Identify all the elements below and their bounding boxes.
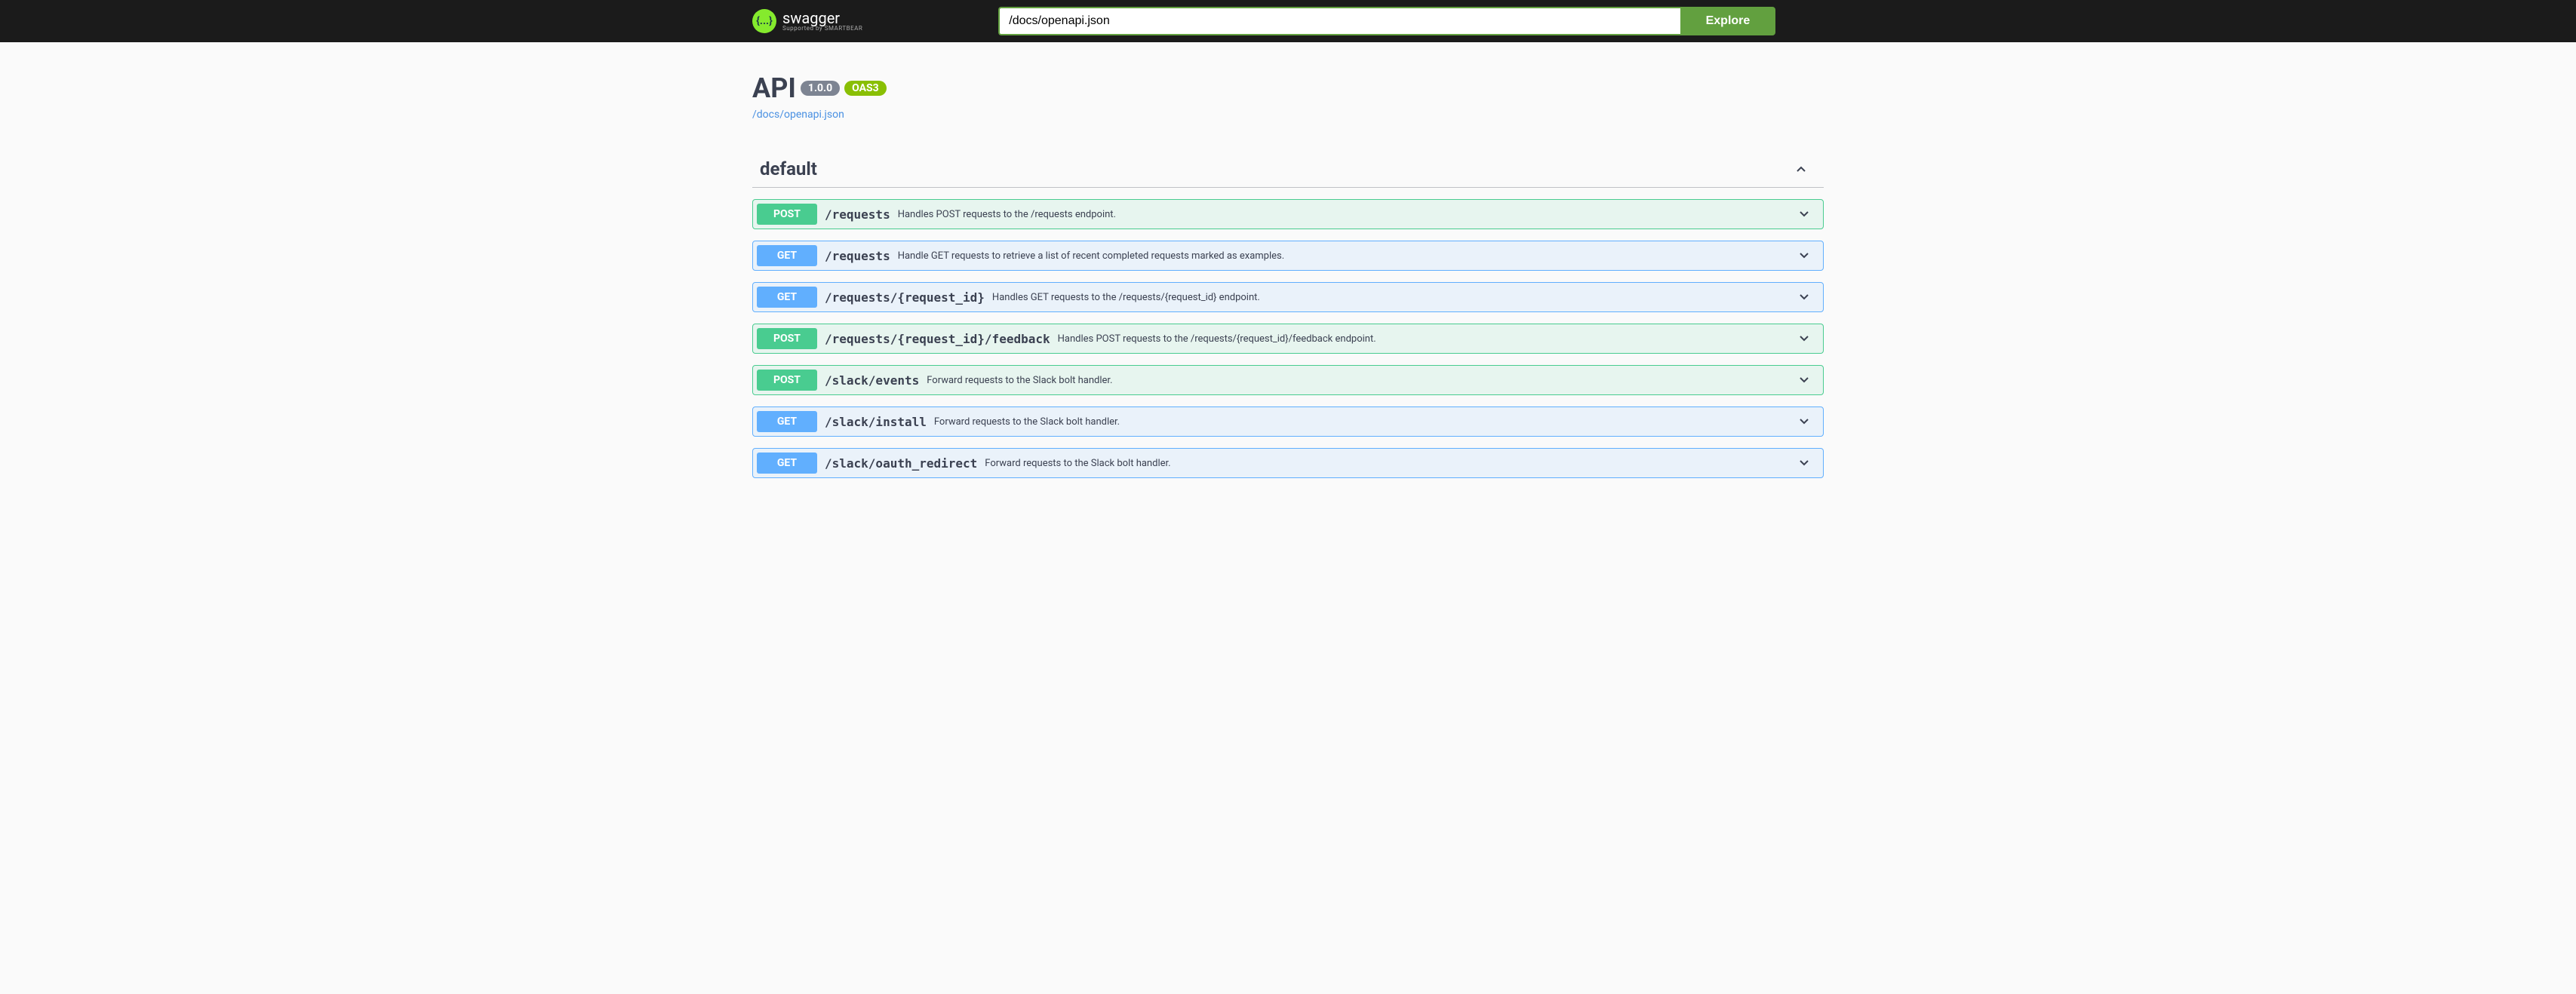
swagger-logo-icon: {...} (752, 9, 776, 33)
operation-path: /requests (825, 207, 890, 222)
api-title: API (752, 72, 796, 104)
method-badge: POST (757, 370, 817, 391)
operation-path: /slack/install (825, 415, 927, 429)
operation-get-5[interactable]: GET/slack/install Forward requests to the… (752, 406, 1824, 437)
topbar: {...} swagger Supported by SMARTBEAR Exp… (0, 0, 2576, 42)
method-badge: GET (757, 453, 817, 474)
chevron-down-icon[interactable] (1789, 331, 1819, 346)
operation-get-6[interactable]: GET/slack/oauth_redirect Forward requests… (752, 448, 1824, 478)
explore-button[interactable]: Explore (1680, 7, 1776, 35)
logo-subtitle: Supported by SMARTBEAR (782, 26, 862, 32)
operation-path: /requests (825, 249, 890, 263)
api-title-row: API 1.0.0 OAS3 (752, 72, 1824, 104)
section-title: default (760, 158, 817, 179)
method-badge: POST (757, 328, 817, 349)
operation-summary: Handles GET requests to the /requests/{r… (992, 292, 1789, 303)
spec-url-input[interactable] (998, 7, 1680, 35)
operation-post-0[interactable]: POST/requests Handles POST requests to th… (752, 199, 1824, 229)
operation-post-4[interactable]: POST/slack/events Forward requests to the… (752, 365, 1824, 395)
logo[interactable]: {...} swagger Supported by SMARTBEAR (752, 9, 862, 33)
chevron-down-icon[interactable] (1789, 456, 1819, 471)
chevron-down-icon[interactable] (1789, 290, 1819, 305)
operation-path: /slack/events (825, 373, 919, 388)
logo-text: swagger Supported by SMARTBEAR (782, 11, 862, 32)
logo-brand: swagger (782, 11, 862, 26)
chevron-down-icon[interactable] (1789, 207, 1819, 222)
method-badge: GET (757, 287, 817, 308)
operation-summary: Handles POST requests to the /requests/{… (1058, 333, 1789, 345)
explore-form: Explore (998, 7, 1775, 35)
operation-path: /slack/oauth_redirect (825, 456, 977, 471)
operation-summary: Handles POST requests to the /requests e… (898, 209, 1789, 220)
chevron-down-icon[interactable] (1789, 248, 1819, 263)
operation-path: /requests/{request_id}/feedback (825, 332, 1050, 346)
method-badge: POST (757, 204, 817, 225)
api-info: API 1.0.0 OAS3 /docs/openapi.json (752, 72, 1824, 121)
operation-summary: Forward requests to the Slack bolt handl… (985, 458, 1789, 469)
oas-badge: OAS3 (844, 81, 887, 96)
chevron-up-icon (1794, 161, 1809, 176)
chevron-down-icon[interactable] (1789, 414, 1819, 429)
spec-link[interactable]: /docs/openapi.json (752, 109, 844, 121)
operations-list: POST/requests Handles POST requests to th… (752, 199, 1824, 478)
main-wrapper: API 1.0.0 OAS3 /docs/openapi.json defaul… (737, 42, 1839, 520)
operation-summary: Forward requests to the Slack bolt handl… (927, 375, 1789, 386)
chevron-down-icon[interactable] (1789, 373, 1819, 388)
operation-summary: Forward requests to the Slack bolt handl… (934, 416, 1789, 428)
method-badge: GET (757, 411, 817, 432)
operation-summary: Handle GET requests to retrieve a list o… (898, 250, 1789, 262)
version-badge: 1.0.0 (801, 81, 840, 96)
method-badge: GET (757, 245, 817, 266)
section-header[interactable]: default (752, 151, 1824, 188)
operation-get-1[interactable]: GET/requests Handle GET requests to retri… (752, 241, 1824, 271)
operation-post-3[interactable]: POST/requests/{request_id}/feedback Handl… (752, 324, 1824, 354)
operation-get-2[interactable]: GET/requests/{request_id} Handles GET req… (752, 282, 1824, 312)
operation-path: /requests/{request_id} (825, 290, 985, 305)
topbar-inner: {...} swagger Supported by SMARTBEAR Exp… (737, 7, 1839, 35)
